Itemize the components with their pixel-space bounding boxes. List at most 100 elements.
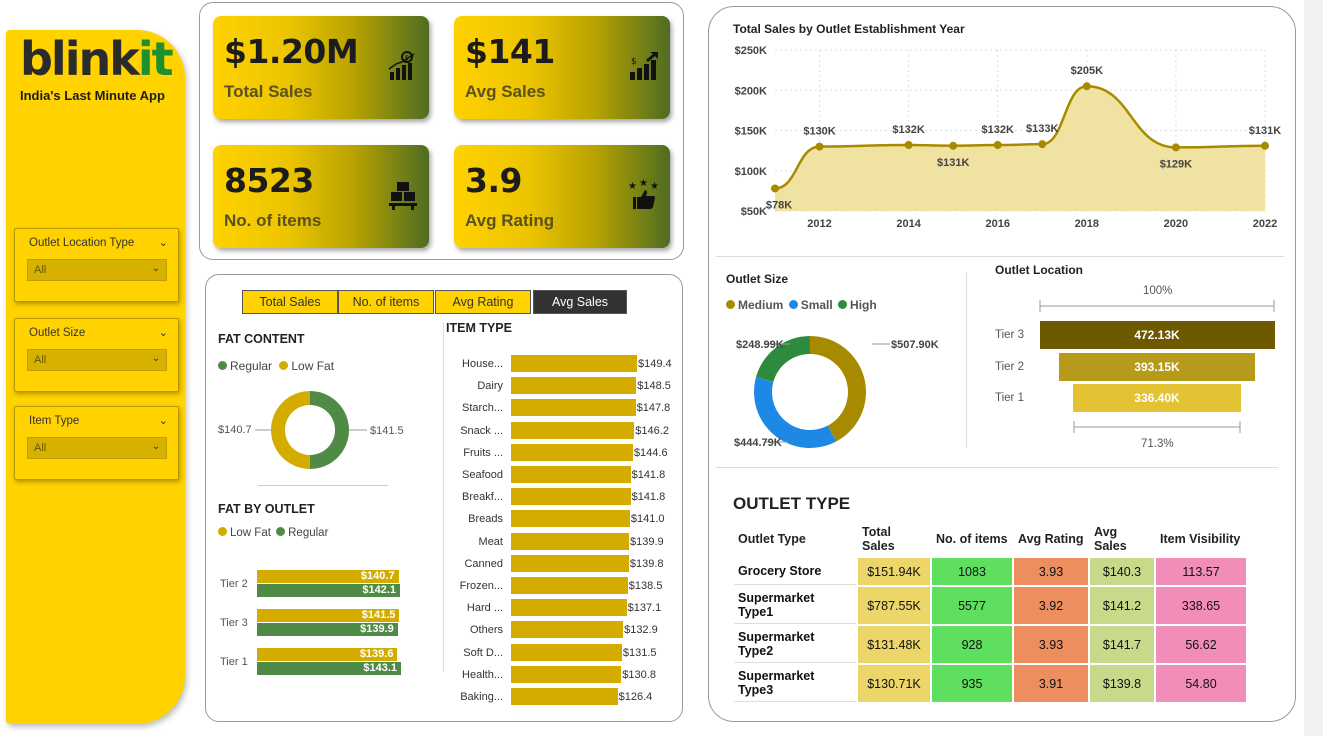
funnel-bottom-percent: 71.3% — [1141, 438, 1174, 450]
item-type-bar[interactable] — [511, 577, 628, 594]
funnel-bottom-bracket — [1073, 421, 1241, 433]
svg-text:$: $ — [631, 57, 637, 67]
item-type-bar[interactable] — [511, 599, 627, 617]
table-row[interactable]: Supermarket Type3 $130.71K 935 3.91 $139.8 54… — [734, 665, 1246, 702]
trend-data-label: $133K — [1026, 123, 1058, 135]
item-type-bar[interactable] — [511, 510, 630, 528]
kpi-label: Total Sales — [224, 82, 313, 101]
item-type-value: $141.8 — [631, 469, 666, 481]
toggle-avg-sales[interactable]: Avg Sales — [533, 290, 627, 314]
funnel-top-percent: 100% — [1143, 285, 1173, 297]
column-header[interactable]: Total Sales — [858, 522, 930, 556]
divider — [716, 256, 1284, 257]
item-type-value: $144.6 — [633, 446, 668, 459]
toggle-no-of-items[interactable]: No. of items — [338, 290, 434, 314]
table-row[interactable]: Supermarket Type2 $131.48K 928 3.93 $141.7 56… — [734, 626, 1246, 663]
item-type-value: $138.5 — [628, 580, 663, 592]
item-type-bar[interactable] — [511, 665, 622, 683]
item-type-value: $141.0 — [630, 513, 665, 526]
fat-lowfat-value-label: $140.7 — [218, 424, 252, 436]
item-type-bar[interactable] — [511, 532, 629, 550]
item-type-bar[interactable] — [511, 488, 631, 506]
item-type-bar[interactable] — [511, 554, 629, 572]
fat-outlet-bar-low-fat[interactable]: $141.5 — [257, 609, 400, 622]
item-type-bar[interactable] — [511, 399, 636, 417]
x-tick-label: 2022 — [1253, 218, 1277, 230]
scrollbar-track[interactable] — [1304, 0, 1323, 736]
trend-point[interactable] — [815, 142, 824, 151]
lowfat-legend-dot — [279, 361, 289, 370]
fat-outlet-bar-low-fat[interactable]: $139.6 — [257, 648, 398, 661]
slicer-title: Outlet Size — [29, 327, 86, 339]
table-cell: $140.3 — [1090, 558, 1154, 585]
table-row[interactable]: Supermarket Type1 $787.55K 5577 3.92 $141.2 3… — [734, 587, 1246, 624]
trend-point[interactable] — [949, 141, 958, 150]
fat-outlet-bar-regular[interactable]: $139.9 — [257, 623, 398, 636]
x-tick-label: 2020 — [1164, 218, 1188, 230]
money-growth-icon: $ — [630, 52, 658, 80]
item-type-bar[interactable] — [511, 621, 624, 639]
item-type-bar[interactable] — [511, 377, 637, 395]
trend-point[interactable] — [1261, 141, 1269, 150]
table-cell: $131.48K — [858, 626, 930, 663]
item-type-bar[interactable] — [511, 443, 633, 461]
trend-point[interactable] — [904, 140, 913, 149]
x-tick-label: 2016 — [985, 218, 1009, 230]
donut-slice-low-fat[interactable] — [270, 391, 310, 469]
column-header[interactable]: Outlet Type — [734, 522, 856, 556]
trend-point[interactable] — [1082, 82, 1091, 91]
trend-point[interactable] — [1171, 143, 1180, 152]
kpi-value: $141 — [465, 32, 555, 71]
item-type-bar[interactable] — [511, 421, 635, 439]
donut-slice-medium[interactable] — [810, 336, 866, 442]
item-type-value: $141.8 — [631, 491, 666, 504]
item-type-bar[interactable] — [511, 466, 631, 483]
slicer-outlet-size: Outlet Size ⌄ All ⌄ — [14, 318, 179, 392]
table-row[interactable]: Grocery Store $151.94K 1083 3.93 $140.3 113.5… — [734, 558, 1246, 585]
outlet-size-dropdown[interactable]: All ⌄ — [27, 349, 167, 371]
trend-point[interactable] — [1038, 140, 1047, 149]
item-type-value: $131.5 — [622, 646, 657, 659]
fat-outlet-bar-low-fat[interactable]: $140.7 — [257, 570, 399, 583]
item-type-bar[interactable] — [511, 355, 637, 372]
column-header[interactable]: Avg Rating — [1014, 522, 1088, 556]
fat-outlet-bar-regular[interactable]: $142.1 — [257, 584, 400, 597]
trend-point[interactable] — [771, 184, 779, 193]
funnel-bar[interactable]: 472.13K — [1039, 321, 1275, 349]
fat-by-outlet-title: FAT BY OUTLET — [218, 502, 315, 516]
regular-legend-dot — [276, 527, 286, 536]
toggle-total-sales[interactable]: Total Sales — [242, 290, 338, 314]
outlet-location-dropdown[interactable]: All ⌄ — [27, 259, 167, 281]
table-cell: 3.93 — [1014, 626, 1088, 663]
chevron-down-icon[interactable]: ⌄ — [159, 414, 168, 427]
funnel-bar[interactable]: 336.40K — [1073, 384, 1241, 412]
item-type-bar[interactable] — [511, 688, 618, 705]
chevron-down-icon[interactable]: ⌄ — [159, 236, 168, 249]
column-header[interactable]: Avg Sales — [1090, 522, 1154, 556]
item-type-dropdown[interactable]: All ⌄ — [27, 437, 167, 459]
item-type-label: Starch... — [462, 402, 503, 415]
column-header[interactable]: No. of items — [932, 522, 1012, 556]
item-type-label: Soft D... — [463, 646, 503, 659]
outlet-size-donut: $507.90K $444.79K $248.99K — [734, 336, 939, 449]
item-type-label: Dairy — [477, 380, 503, 393]
boxes-icon — [389, 182, 417, 210]
trend-point[interactable] — [993, 140, 1002, 149]
kpi-label: Avg Sales — [465, 82, 546, 101]
item-type-value: $126.4 — [618, 691, 653, 703]
item-type-label: Meat — [478, 535, 503, 548]
outlet-type-title: OUTLET TYPE — [733, 494, 851, 513]
donut-value-label: $444.79K — [734, 437, 782, 449]
fat-outlet-bar-regular[interactable]: $143.1 — [257, 662, 401, 675]
item-type-bar[interactable] — [511, 643, 622, 661]
table-cell: 56.62 — [1156, 626, 1246, 663]
kpi-label: No. of items — [224, 211, 322, 230]
item-type-value: $130.8 — [622, 668, 656, 681]
donut-slice-regular[interactable] — [309, 391, 349, 469]
chevron-down-icon[interactable]: ⌄ — [159, 326, 168, 339]
y-tick-label: $50K — [741, 206, 767, 218]
column-header[interactable]: Item Visibility — [1156, 522, 1246, 556]
toggle-avg-rating[interactable]: Avg Rating — [435, 290, 531, 314]
funnel-bar[interactable]: 393.15K — [1059, 352, 1255, 381]
dropdown-value: All — [34, 264, 47, 276]
